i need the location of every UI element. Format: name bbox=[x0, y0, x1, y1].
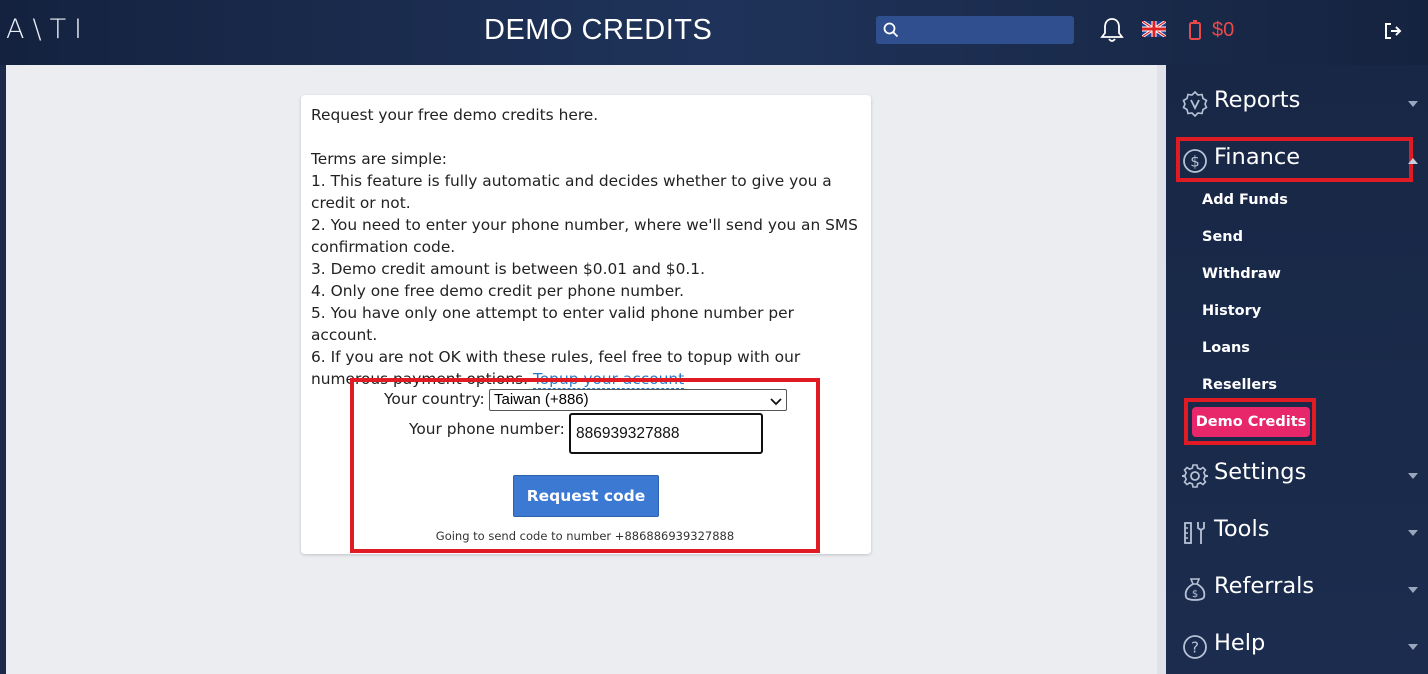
caret-down-icon bbox=[1408, 530, 1418, 536]
search-input[interactable] bbox=[876, 16, 1074, 44]
sidebar-item-label: Help bbox=[1214, 630, 1266, 656]
svg-text:$: $ bbox=[1190, 153, 1200, 171]
sidebar-item-reports[interactable]: Reports bbox=[1166, 81, 1428, 125]
badge-icon bbox=[1182, 90, 1208, 121]
phone-form: Your country: Taiwan (+886) Your phone n… bbox=[350, 378, 820, 553]
demo-credits-card: Request your free demo credits here. Ter… bbox=[301, 95, 871, 554]
svg-text:?: ? bbox=[1191, 639, 1199, 657]
page-title: DEMO CREDITS bbox=[484, 14, 713, 46]
sidebar-subitem-withdraw[interactable]: Withdraw bbox=[1202, 266, 1281, 282]
request-code-button[interactable]: Request code bbox=[513, 475, 659, 517]
phone-label: Your phone number: bbox=[409, 420, 565, 438]
svg-text:$: $ bbox=[1192, 589, 1198, 600]
uk-flag-icon[interactable] bbox=[1141, 19, 1167, 39]
term-5: 5. You have only one attempt to enter va… bbox=[311, 304, 794, 344]
search-icon bbox=[883, 22, 899, 42]
logout-icon[interactable] bbox=[1383, 21, 1403, 45]
dollar-icon: $ bbox=[1182, 148, 1208, 178]
logo[interactable]: A\TI bbox=[6, 14, 90, 45]
sidebar-subitem-resellers[interactable]: Resellers bbox=[1202, 377, 1277, 393]
country-select[interactable]: Taiwan (+886) bbox=[489, 389, 787, 411]
sidebar-item-tools[interactable]: Tools bbox=[1166, 510, 1428, 554]
gear-icon bbox=[1181, 463, 1209, 493]
chevron-down-icon bbox=[770, 394, 782, 411]
sidebar-item-finance[interactable]: $ Finance bbox=[1166, 138, 1428, 182]
sidebar-item-settings[interactable]: Settings bbox=[1166, 453, 1428, 497]
caret-down-icon bbox=[1408, 644, 1418, 650]
term-1: 1. This feature is fully automatic and d… bbox=[311, 172, 832, 212]
sidebar-item-label: Reports bbox=[1214, 87, 1301, 113]
balance-amount[interactable]: $0 bbox=[1212, 19, 1234, 42]
scrollbar[interactable] bbox=[1157, 65, 1166, 674]
sidebar-item-label: Settings bbox=[1214, 459, 1307, 485]
sidebar-item-label: Tools bbox=[1214, 516, 1270, 542]
caret-up-icon bbox=[1408, 158, 1418, 164]
sidebar-item-label: Referrals bbox=[1214, 573, 1315, 599]
phone-input[interactable]: 886939327888 bbox=[569, 413, 763, 454]
question-icon: ? bbox=[1182, 634, 1208, 664]
bell-icon[interactable] bbox=[1099, 16, 1125, 48]
tools-icon bbox=[1182, 520, 1208, 550]
sidebar-item-label: Finance bbox=[1214, 144, 1301, 170]
country-label: Your country: bbox=[384, 390, 485, 408]
sidebar-subitem-add-funds[interactable]: Add Funds bbox=[1202, 192, 1288, 208]
terms-heading: Terms are simple: bbox=[311, 150, 447, 168]
term-4: 4. Only one free demo credit per phone n… bbox=[311, 282, 684, 300]
sidebar-subitem-history[interactable]: History bbox=[1202, 303, 1261, 319]
wallet-icon[interactable] bbox=[1188, 19, 1202, 45]
sidebar-item-referrals[interactable]: $ Referrals bbox=[1166, 567, 1428, 611]
caret-down-icon bbox=[1408, 587, 1418, 593]
send-hint: Going to send code to number +8868869393… bbox=[435, 529, 735, 543]
money-bag-icon: $ bbox=[1182, 577, 1208, 607]
caret-down-icon bbox=[1408, 101, 1418, 107]
sidebar-subitem-loans[interactable]: Loans bbox=[1202, 340, 1250, 356]
country-select-value: Taiwan (+886) bbox=[494, 391, 589, 408]
sidebar-subitem-send[interactable]: Send bbox=[1202, 229, 1243, 245]
intro-text: Request your free demo credits here. bbox=[311, 106, 599, 124]
top-bar: A\TI DEMO CREDITS $0 bbox=[0, 0, 1428, 65]
caret-down-icon bbox=[1408, 473, 1418, 479]
term-3: 3. Demo credit amount is between $0.01 a… bbox=[311, 260, 705, 278]
sidebar-item-help[interactable]: ? Help bbox=[1166, 624, 1428, 668]
sidebar-subitem-demo-credits[interactable]: Demo Credits bbox=[1192, 407, 1310, 437]
sidebar: Reports $ Finance Add Funds Send Withdra… bbox=[1166, 65, 1428, 674]
demo-credits-highlight: Demo Credits bbox=[1184, 398, 1316, 445]
main-content: Request your free demo credits here. Ter… bbox=[6, 65, 1157, 674]
card-text: Request your free demo credits here. Ter… bbox=[311, 104, 863, 390]
term-2: 2. You need to enter your phone number, … bbox=[311, 216, 858, 256]
